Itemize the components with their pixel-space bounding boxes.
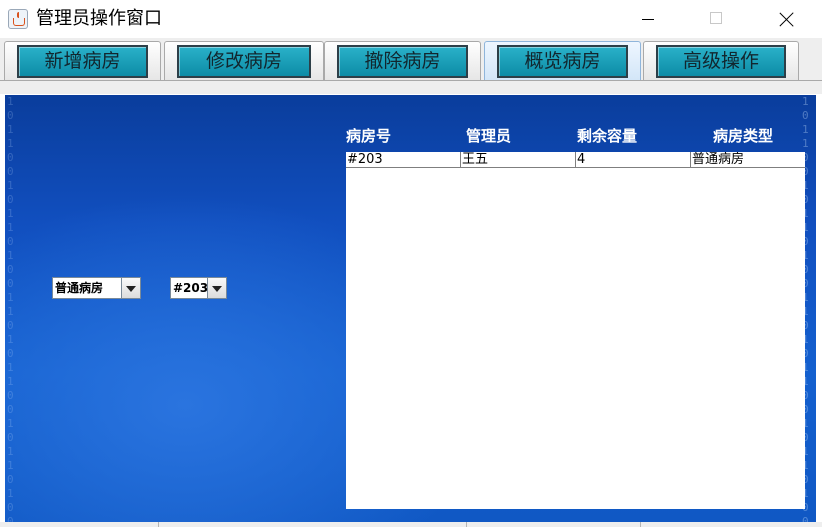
ward-table: #203 王五 4 普通病房	[346, 152, 805, 509]
tab-strip-divider	[0, 80, 822, 81]
column-header-manager: 管理员	[466, 127, 512, 145]
room-type-selected: 普通病房	[55, 281, 104, 295]
tab-add-ward[interactable]: 新增病房	[4, 41, 161, 80]
advanced-operation-button[interactable]: 高级操作	[656, 45, 786, 78]
modify-ward-button[interactable]: 修改病房	[177, 45, 311, 78]
tab-strip: 新增病房 修改病房 撤除病房 概览病房 高级操作	[0, 38, 822, 94]
cell-room-number[interactable]: #203	[346, 152, 461, 168]
tab-modify-ward[interactable]: 修改病房	[164, 41, 324, 80]
maximize-button[interactable]	[694, 0, 740, 38]
divider	[466, 522, 467, 527]
title-bar: 管理员操作窗口	[0, 0, 822, 38]
background-digits: 1 0 1 1 0 0 1 0 1 1 0 1 0 0 1 1 0 1 0 1 …	[7, 95, 14, 522]
cell-manager[interactable]: 王五	[461, 152, 576, 168]
chevron-down-icon[interactable]	[207, 278, 226, 298]
add-ward-button[interactable]: 新增病房	[17, 45, 148, 78]
overview-panel: 1 0 1 1 0 0 1 0 1 1 0 1 0 0 1 1 0 1 0 1 …	[5, 95, 816, 522]
overview-ward-button[interactable]: 概览病房	[497, 45, 628, 78]
column-header-remaining-capacity: 剩余容量	[577, 127, 638, 145]
remove-ward-button[interactable]: 撤除病房	[337, 45, 468, 78]
room-type-dropdown[interactable]: 普通病房	[52, 277, 141, 299]
close-button[interactable]	[764, 0, 810, 38]
minimize-button[interactable]	[626, 0, 672, 38]
tab-remove-ward[interactable]: 撤除病房	[324, 41, 481, 80]
cell-remaining-capacity[interactable]: 4	[576, 152, 691, 168]
java-app-icon	[8, 9, 28, 29]
status-strip	[0, 522, 822, 527]
cell-room-type[interactable]: 普通病房	[691, 152, 805, 168]
window-title: 管理员操作窗口	[36, 8, 162, 29]
divider	[640, 522, 641, 527]
column-header-room-type: 病房类型	[713, 127, 774, 145]
chevron-down-icon[interactable]	[121, 278, 140, 298]
divider	[158, 522, 159, 527]
tab-advanced[interactable]: 高级操作	[643, 41, 799, 80]
room-number-selected: #203	[173, 281, 209, 295]
tab-overview-ward[interactable]: 概览病房	[484, 41, 641, 80]
table-row[interactable]: #203 王五 4 普通病房	[346, 152, 805, 168]
column-header-room-number: 病房号	[346, 127, 392, 145]
room-number-dropdown[interactable]: #203	[170, 277, 227, 299]
